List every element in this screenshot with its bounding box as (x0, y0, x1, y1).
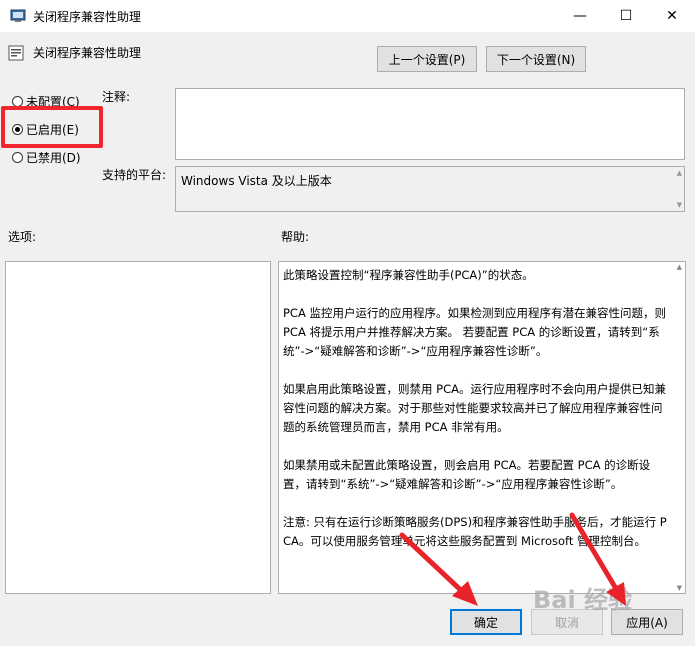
annotation-arrows (399, 512, 626, 606)
arrow-to-ok-icon (399, 532, 478, 606)
arrow-to-apply-icon (569, 512, 626, 606)
policy-dialog: 关闭程序兼容性助理 — ☐ ✕ 关闭程序兼容性助理 上一个设置(P) 下一个设置… (0, 0, 695, 646)
